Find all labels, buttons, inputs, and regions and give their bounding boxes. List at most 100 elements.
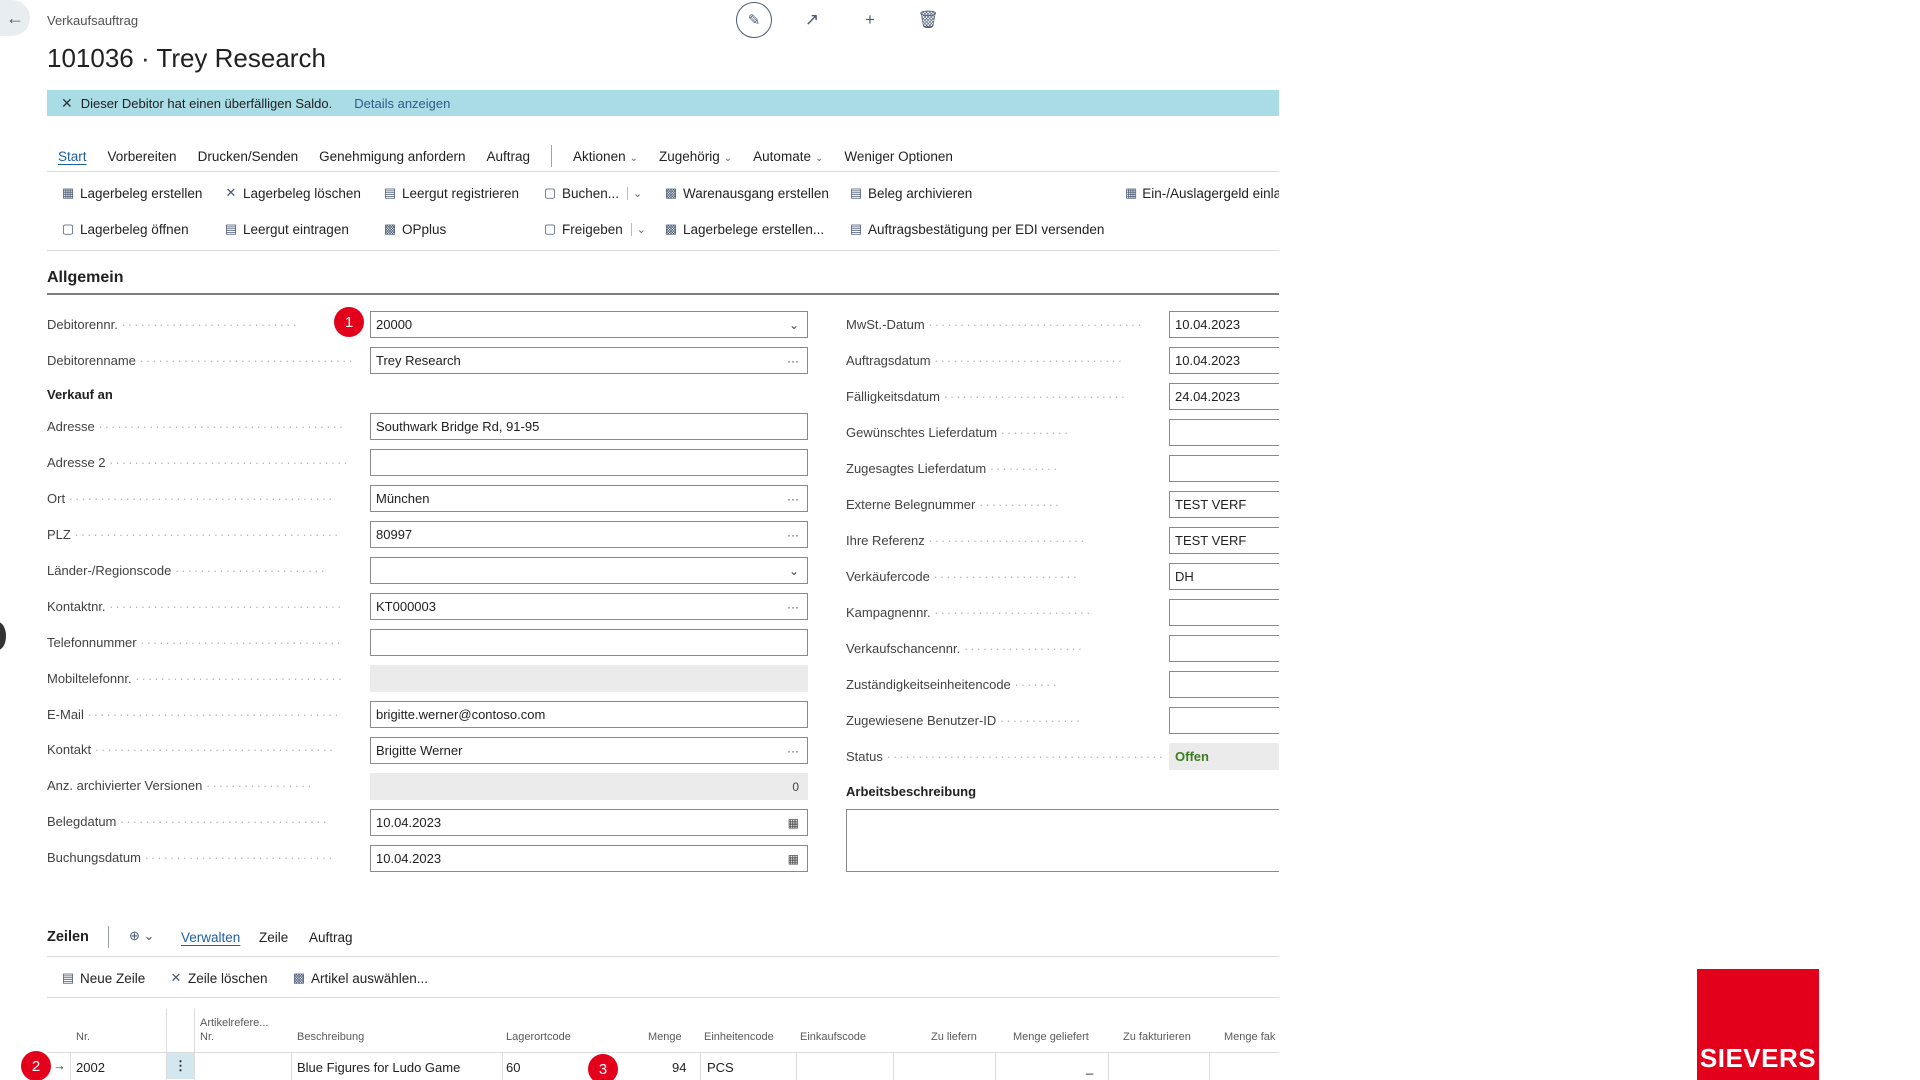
ort-field[interactable]: München ···: [370, 485, 808, 512]
action-lagerbeleg-oeffnen[interactable]: ▢ Lagerbeleg öffnen: [61, 221, 189, 237]
col-header-menge-geliefert[interactable]: Menge geliefert: [1013, 1031, 1089, 1043]
action-lagerbeleg-loeschen[interactable]: ✕ Lagerbeleg löschen: [224, 185, 361, 201]
cell-nr[interactable]: 2002: [76, 1060, 105, 1075]
action-auftragsbestaetigung-edi[interactable]: ▤ Auftragsbestätigung per EDI versenden: [849, 221, 1105, 237]
status-field: Offen: [1169, 743, 1279, 770]
email-field[interactable]: brigitte.werner@contoso.com: [370, 701, 808, 728]
col-header-artikelreferenz[interactable]: Artikelrefere...: [200, 1017, 268, 1029]
back-button[interactable]: ←: [0, 0, 30, 36]
gewuenschtes-lieferdatum-field[interactable]: [1169, 419, 1279, 446]
adresse2-field[interactable]: [370, 449, 808, 476]
post-icon: ▢: [543, 185, 557, 200]
lines-tab-auftrag[interactable]: Auftrag: [309, 930, 353, 945]
more-icon: ···: [787, 527, 799, 542]
label-belegdatum: Belegdatum ·····························…: [47, 814, 329, 829]
verkaufschancennr-field[interactable]: [1169, 635, 1279, 662]
mwst-datum-field[interactable]: 10.04.2023: [1169, 311, 1279, 338]
sievers-logo: SIEVERS: [1697, 969, 1819, 1080]
faelligkeitsdatum-field[interactable]: 24.04.2023: [1169, 383, 1279, 410]
action-warenausgang[interactable]: ▩ Warenausgang erstellen: [664, 185, 829, 201]
action-freigeben[interactable]: ▢ Freigeben ⌄: [543, 221, 646, 237]
cell-beschreibung[interactable]: Blue Figures for Ludo Game: [297, 1060, 460, 1075]
cell-menge[interactable]: 94: [672, 1060, 686, 1075]
arbeitsbeschreibung-textarea[interactable]: [846, 809, 1279, 872]
notification-bar: ✕ Dieser Debitor hat einen überfälligen …: [47, 90, 1279, 116]
col-header-zu-fakturieren[interactable]: Zu fakturieren: [1123, 1031, 1191, 1043]
lines-tab-verwalten[interactable]: Verwalten: [181, 930, 240, 945]
label-adresse: Adresse ································…: [47, 419, 346, 434]
menu-aktionen[interactable]: Aktionen ⌄: [573, 149, 638, 164]
col-header-beschreibung[interactable]: Beschreibung: [297, 1031, 364, 1043]
kontaktnr-field[interactable]: KT000003 ···: [370, 593, 808, 620]
ihre-referenz-field[interactable]: TEST VERF: [1169, 527, 1279, 554]
artikel-auswaehlen-button[interactable]: ▩ Artikel auswählen...: [292, 970, 428, 986]
col-header-einkaufscode[interactable]: Einkaufscode: [800, 1031, 866, 1043]
col-header-menge[interactable]: Menge: [648, 1031, 682, 1043]
col-header-menge-fakturiert[interactable]: Menge fak: [1224, 1031, 1275, 1043]
close-icon[interactable]: ✕: [61, 95, 73, 112]
debitorennr-field[interactable]: 20000 ⌄: [370, 311, 808, 338]
lines-tab-zeile[interactable]: Zeile: [259, 930, 288, 945]
action-leergut-registrieren[interactable]: ▤ Leergut registrieren: [383, 185, 519, 201]
land-field[interactable]: ⌄: [370, 557, 808, 584]
edit-icon[interactable]: ✎: [736, 2, 772, 38]
label-debitorenname: Debitorenname ··························…: [47, 353, 355, 368]
kampagnennr-field[interactable]: [1169, 599, 1279, 626]
action-lagerbeleg-erstellen[interactable]: ▦ Lagerbeleg erstellen: [61, 185, 203, 201]
zeile-loeschen-button[interactable]: ✕ Zeile löschen: [169, 970, 268, 986]
warehouse-icon: ▩: [664, 221, 678, 236]
tab-genehmigung[interactable]: Genehmigung anfordern: [319, 149, 465, 164]
debitorenname-field[interactable]: Trey Research ···: [370, 347, 808, 374]
lines-options-icon[interactable]: ⊕ ⌄: [129, 928, 154, 944]
menu-zugehoerig[interactable]: Zugehörig ⌄: [659, 149, 732, 164]
row-more-icon[interactable]: ⋮: [167, 1053, 194, 1079]
tab-auftrag[interactable]: Auftrag: [487, 149, 531, 164]
delete-icon[interactable]: 🗑: [899, 2, 957, 38]
col-header-lagerortcode[interactable]: Lagerortcode: [506, 1031, 571, 1043]
kontakt-field[interactable]: Brigitte Werner ···: [370, 737, 808, 764]
opplus-icon: ▩: [383, 221, 397, 236]
adresse-field[interactable]: Southwark Bridge Rd, 91-95: [370, 413, 808, 440]
telefon-field[interactable]: [370, 629, 808, 656]
label-buchungsdatum: Buchungsdatum ··························…: [47, 850, 335, 865]
section-title-allgemein: Allgemein: [47, 269, 124, 286]
more-icon: ···: [787, 599, 799, 614]
details-link[interactable]: Details anzeigen: [354, 96, 450, 111]
externe-belegnummer-field[interactable]: TEST VERF: [1169, 491, 1279, 518]
zugesagtes-lieferdatum-field[interactable]: [1169, 455, 1279, 482]
verkaeufercode-field[interactable]: DH: [1169, 563, 1279, 590]
label-gewuenschtes-lieferdatum: Gewünschtes Lieferdatum ···········: [846, 425, 1071, 440]
col-header-einheitencode[interactable]: Einheitencode: [704, 1031, 774, 1043]
annotation-badge-2: 2: [21, 1051, 51, 1080]
action-beleg-archivieren[interactable]: ▤ Beleg archivieren: [849, 185, 972, 201]
grid-divider: [796, 1052, 797, 1080]
cell-lagerortcode[interactable]: 60: [506, 1060, 520, 1075]
label-zustaendigkeitseinheitencode: Zuständigkeitseinheitencode ·······: [846, 677, 1059, 692]
label-externe-belegnummer: Externe Belegnummer ·············: [846, 497, 1062, 512]
share-icon[interactable]: ↗: [783, 2, 841, 38]
tab-start[interactable]: Start: [58, 149, 87, 164]
action-buchen[interactable]: ▢ Buchen... ⌄: [543, 185, 642, 201]
plus-icon[interactable]: +: [841, 2, 899, 38]
auftragsdatum-field[interactable]: 10.04.2023: [1169, 347, 1279, 374]
zustaendigkeitseinheitencode-field[interactable]: [1169, 671, 1279, 698]
tab-vorbereiten[interactable]: Vorbereiten: [108, 149, 177, 164]
col-header-nr[interactable]: Nr.: [76, 1031, 90, 1043]
plz-field[interactable]: 80997 ···: [370, 521, 808, 548]
tab-drucken-senden[interactable]: Drucken/Senden: [198, 149, 299, 164]
action-ein-auslagergeld[interactable]: ▦ Ein-/Auslagergeld einla: [1125, 185, 1279, 201]
buchungsdatum-field[interactable]: 10.04.2023 ▦: [370, 845, 808, 872]
menu-weniger-optionen[interactable]: Weniger Optionen: [844, 149, 953, 164]
action-lagerbelege-erstellen[interactable]: ▩ Lagerbelege erstellen...: [664, 221, 824, 237]
action-opplus[interactable]: ▩ OPplus: [383, 221, 446, 237]
col-header-zu-liefern[interactable]: Zu liefern: [931, 1031, 977, 1043]
col-header-artikelreferenz-nr[interactable]: Nr.: [200, 1031, 214, 1043]
zugewiesene-benutzer-id-field[interactable]: [1169, 707, 1279, 734]
document-open-icon: ▢: [61, 221, 75, 236]
belegdatum-field[interactable]: 10.04.2023 ▦: [370, 809, 808, 836]
menu-automate[interactable]: Automate ⌄: [753, 149, 823, 164]
label-auftragsdatum: Auftragsdatum ··························…: [846, 353, 1125, 368]
neue-zeile-button[interactable]: ▤ Neue Zeile: [61, 970, 145, 986]
cell-einheitencode[interactable]: PCS: [707, 1060, 734, 1075]
action-leergut-eintragen[interactable]: ▤ Leergut eintragen: [224, 221, 349, 237]
